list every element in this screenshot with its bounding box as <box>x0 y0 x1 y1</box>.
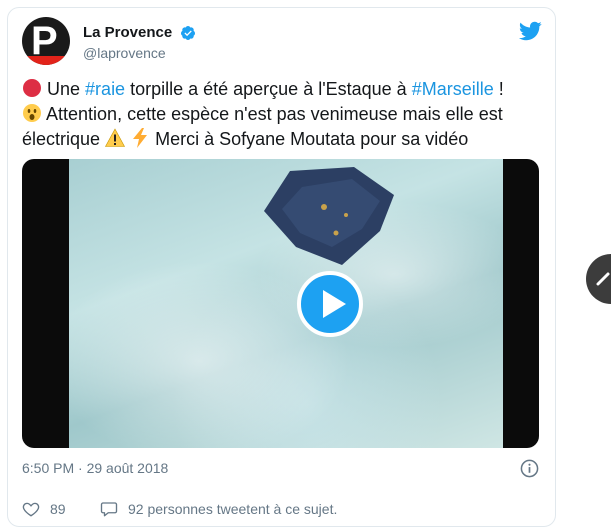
torpedo-ray-image <box>264 167 394 265</box>
tweet-card[interactable]: P La Provence @laprovence Une #raie torp… <box>7 7 556 527</box>
info-icon[interactable] <box>520 459 539 478</box>
scroll-arrow-button[interactable] <box>586 254 611 304</box>
author-handle[interactable]: @laprovence <box>83 45 196 61</box>
verified-badge-icon <box>180 25 195 40</box>
lightning-emoji <box>133 128 148 148</box>
play-icon <box>323 290 346 318</box>
author-info[interactable]: La Provence @laprovence <box>83 24 196 61</box>
video-player[interactable] <box>22 159 539 448</box>
tweet-text-line-1: Une #raie torpille a été aperçue à l'Est… <box>22 77 542 102</box>
video-frame[interactable] <box>69 159 503 448</box>
author-display-name[interactable]: La Provence <box>83 24 172 41</box>
avatar-red-band <box>22 56 70 65</box>
tweet-text-line-3: électrique Merci à Sofyane Moutata pour … <box>22 127 542 152</box>
tweet-text-segment: Merci à Sofyane Moutata pour sa vidéo <box>155 129 469 149</box>
heart-icon[interactable] <box>22 500 40 518</box>
avatar[interactable]: P <box>22 17 70 65</box>
tweet-text-line-2: Attention, cette espèce n'est pas venime… <box>22 102 542 127</box>
tweet-text-segment: électrique <box>22 129 101 149</box>
surprised-face-emoji <box>23 104 41 122</box>
tweet-text-segment: Attention, cette espèce n'est pas venime… <box>46 104 503 124</box>
tweet-text-segment: ! <box>493 79 504 99</box>
red-circle-emoji <box>23 79 41 97</box>
like-count: 89 <box>50 501 66 517</box>
speech-bubble-icon[interactable] <box>100 500 118 518</box>
like-action[interactable]: 89 <box>22 500 66 518</box>
tweet-timestamp[interactable]: 6:50 PM · 29 août 2018 <box>22 460 168 476</box>
tweet-header: P La Provence @laprovence <box>22 17 542 69</box>
replies-text[interactable]: 92 personnes tweetent à ce sujet. <box>128 501 337 517</box>
twitter-bird-icon[interactable] <box>518 19 542 43</box>
tweet-text: Une #raie torpille a été aperçue à l'Est… <box>22 77 542 152</box>
reply-action[interactable]: 92 personnes tweetent à ce sujet. <box>100 500 337 518</box>
tweet-actions: 89 92 personnes tweetent à ce sujet. <box>22 500 542 520</box>
chevron-up-icon <box>596 272 610 286</box>
hashtag-raie-link[interactable]: #raie <box>85 79 125 99</box>
play-button[interactable] <box>297 271 363 337</box>
tweet-text-segment: Une <box>47 79 86 99</box>
tweet-text-segment: torpille a été aperçue à l'Estaque à <box>125 79 412 99</box>
warning-emoji <box>105 128 126 147</box>
hashtag-marseille-link[interactable]: #Marseille <box>412 79 494 99</box>
